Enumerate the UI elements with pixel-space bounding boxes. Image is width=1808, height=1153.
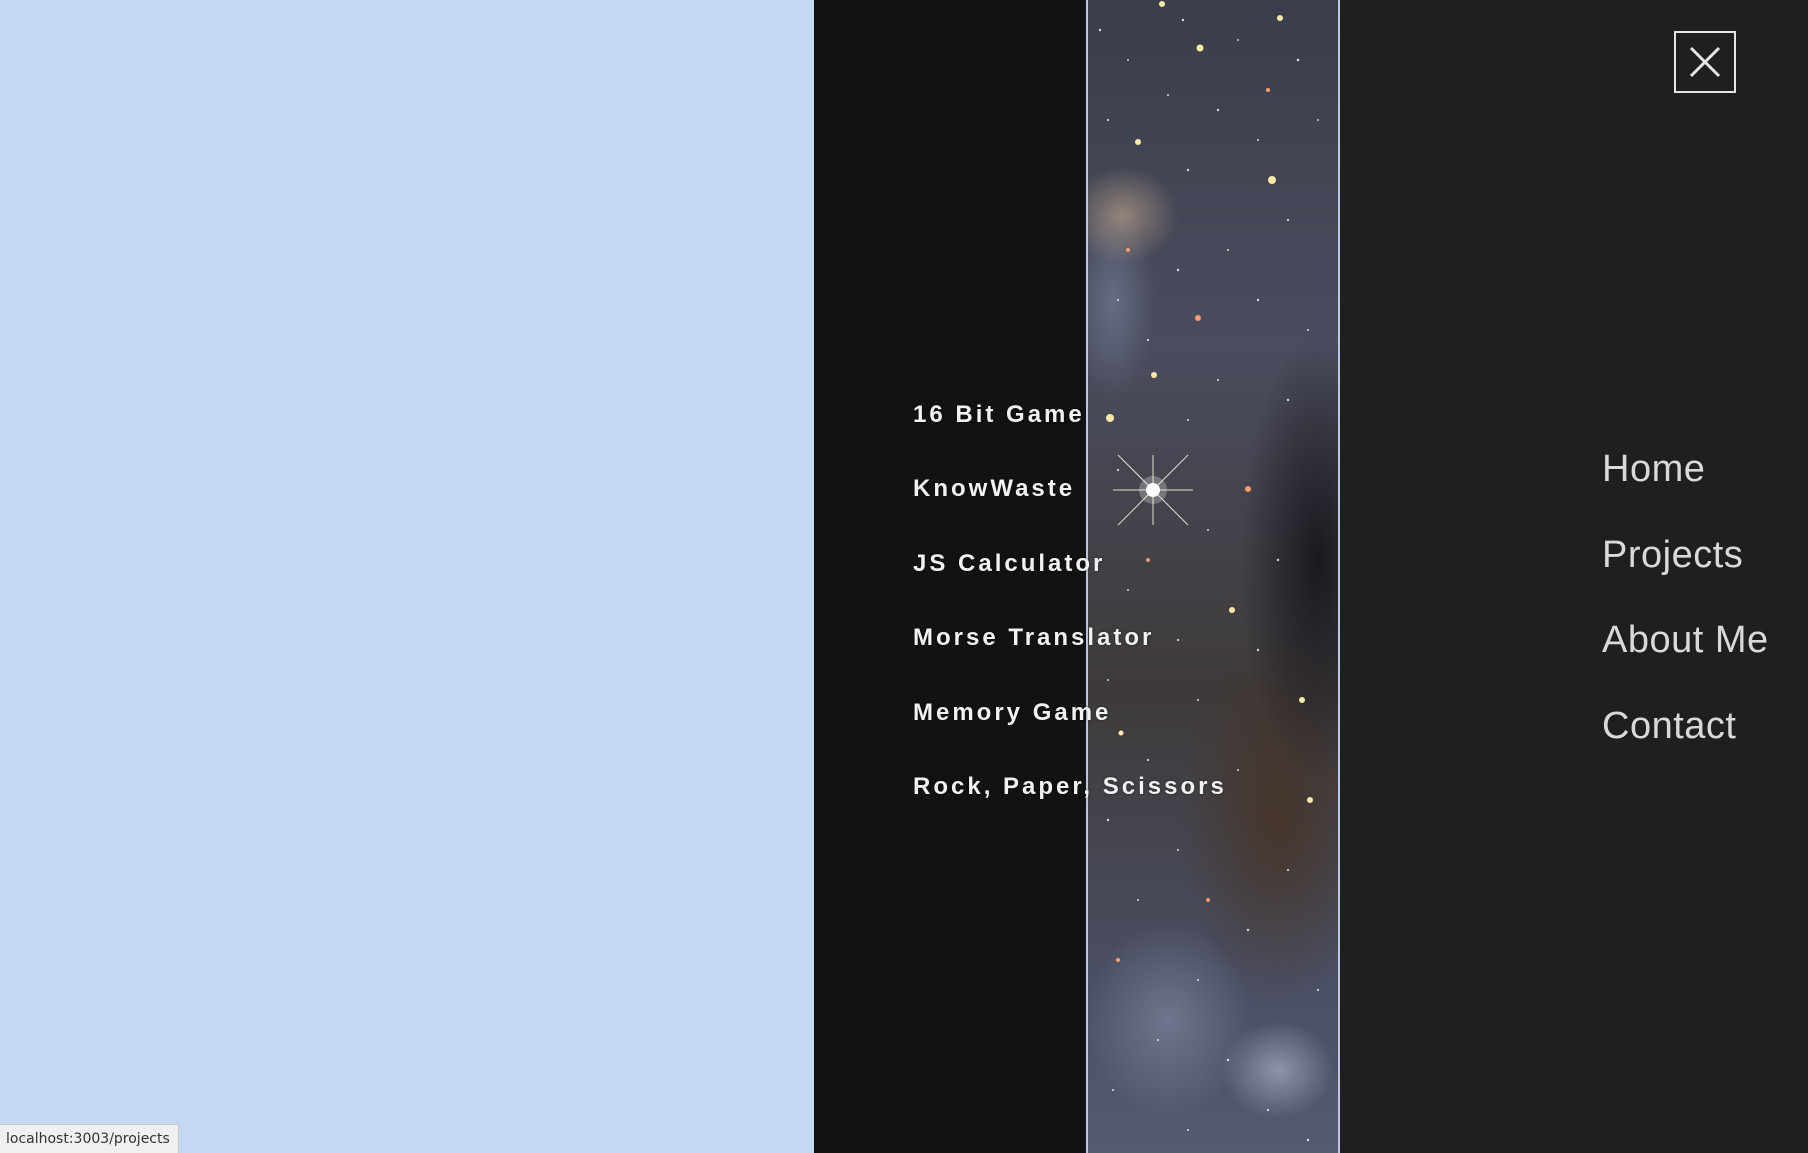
page-background [0, 0, 814, 1153]
nav-link-projects[interactable]: Projects [1602, 530, 1769, 616]
project-link-js-calculator[interactable]: JS Calculator [913, 547, 1227, 621]
browser-status-url: localhost:3003/projects [0, 1124, 179, 1153]
close-icon [1689, 46, 1721, 78]
nav-link-contact[interactable]: Contact [1602, 701, 1769, 787]
main-nav: Home Projects About Me Contact [1602, 444, 1769, 786]
project-link-morse-translator[interactable]: Morse Translator [913, 621, 1227, 695]
project-link-16-bit-game[interactable]: 16 Bit Game [913, 398, 1227, 472]
nav-link-about-me[interactable]: About Me [1602, 615, 1769, 701]
project-link-rock-paper-scissors[interactable]: Rock, Paper, Scissors [913, 770, 1227, 844]
project-list: 16 Bit Game KnowWaste JS Calculator Mors… [913, 398, 1227, 844]
nav-link-home[interactable]: Home [1602, 444, 1769, 530]
close-menu-button[interactable] [1674, 31, 1736, 93]
project-link-knowwaste[interactable]: KnowWaste [913, 472, 1227, 546]
page: 16 Bit Game KnowWaste JS Calculator Mors… [0, 0, 1808, 1153]
project-link-memory-game[interactable]: Memory Game [913, 696, 1227, 770]
